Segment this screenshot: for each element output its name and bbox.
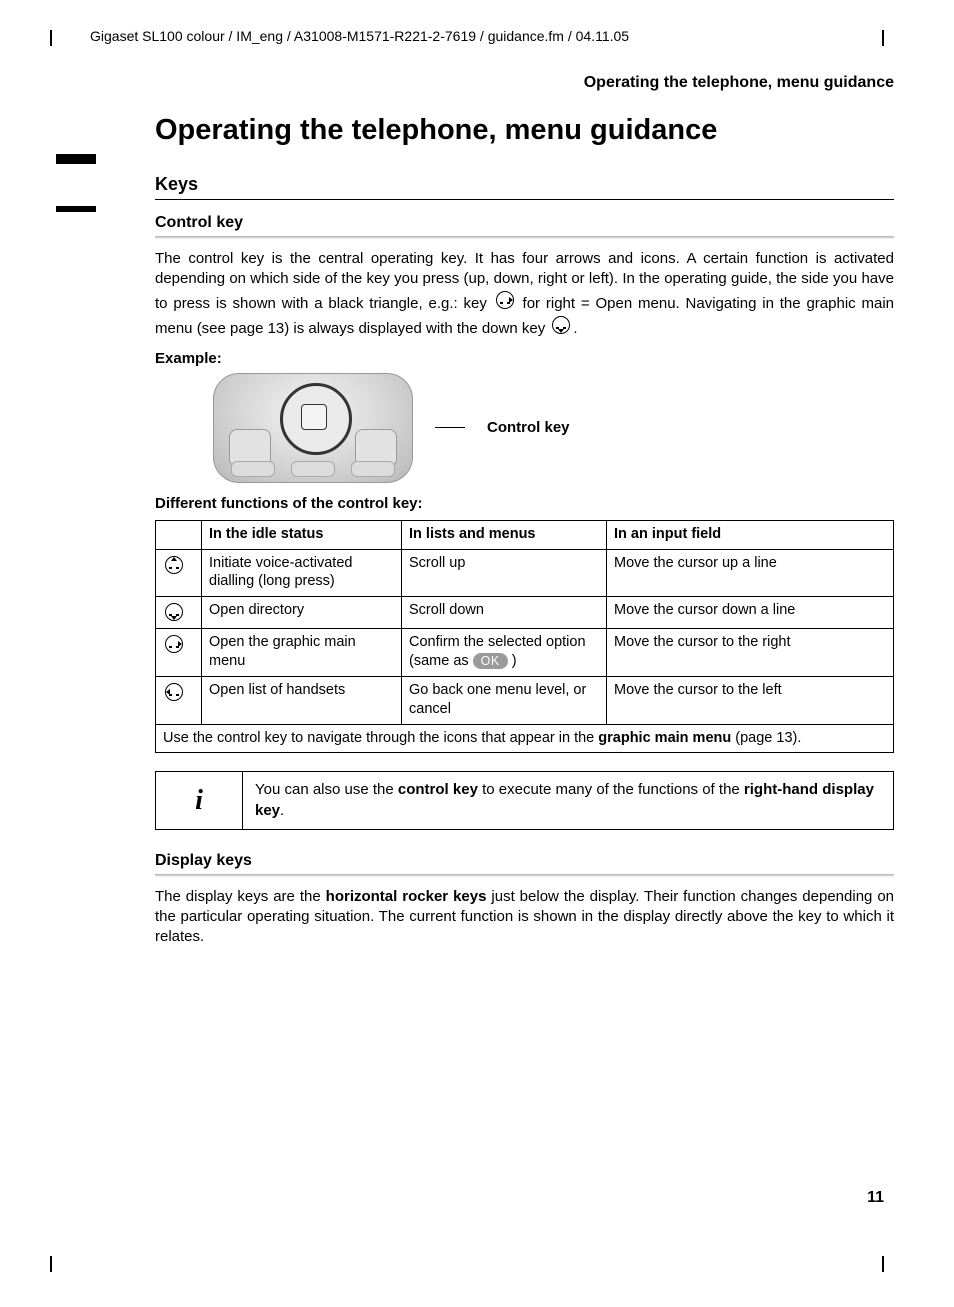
info-box: i You can also use the control key to ex… [155,771,894,830]
crop-mark-icon [882,1256,884,1272]
callout-line-icon [435,427,465,429]
table-footer-row: Use the control key to navigate through … [156,724,894,753]
phone-keypad-illustration [213,373,413,483]
subsection-rule [155,236,894,239]
table-cell: Go back one menu level, or cancel [402,676,607,724]
subsection-rule [155,874,894,877]
phone-control-key-icon [280,383,352,455]
info-icon: i [156,772,243,829]
text: Use the control key to navigate through … [163,730,598,746]
table-header: In lists and menus [402,520,607,549]
header-path: Gigaset SL100 colour / IM_eng / A31008-M… [90,28,894,44]
section-heading-keys: Keys [155,174,894,195]
control-key-down-icon [163,601,185,623]
ok-badge-icon: OK [473,653,508,669]
table-row: Open list of handsets Go back one menu l… [156,676,894,724]
callout-label: Control key [487,419,570,436]
table-cell: Move the cursor to the left [607,676,894,724]
table-header: In the idle status [202,520,402,549]
crop-mark-icon [50,1256,52,1272]
table-cell: Scroll up [402,549,607,597]
subsection-heading-display-keys: Display keys [155,852,894,870]
table-cell: Initiate voice-activated dialling (long … [202,549,402,597]
text: (page 13). [731,730,801,746]
display-keys-description: The display keys are the horizontal rock… [155,887,894,948]
text: You can also use the [255,781,398,798]
section-rule [155,199,894,200]
table-cell: Move the cursor to the right [607,629,894,677]
text: ) [508,653,517,669]
crop-mark-icon [882,30,884,46]
control-key-down-icon [550,314,572,336]
functions-table-heading: Different functions of the control key: [155,495,894,512]
table-cell: Open list of handsets [202,676,402,724]
running-head: Operating the telephone, menu guidance [155,74,894,92]
control-key-functions-table: In the idle status In lists and menus In… [155,520,894,754]
sidebar-marker-icon [56,206,96,212]
control-key-right-icon [163,633,185,655]
control-key-up-icon [163,554,185,576]
example-label: Example: [155,350,894,367]
table-row: Open the graphic main menu Confirm the s… [156,629,894,677]
text: to execute many of the functions of the [478,781,744,798]
sidebar-marker-icon [56,154,96,164]
control-key-description: The control key is the central operating… [155,249,894,340]
page-title: Operating the telephone, menu guidance [155,112,894,150]
table-row: Initiate voice-activated dialling (long … [156,549,894,597]
phone-num-key-icon [291,461,335,477]
text-bold: control key [398,781,478,798]
table-cell: Open the graphic main menu [202,629,402,677]
table-row: Open directory Scroll down Move the curs… [156,597,894,629]
text: . [280,802,284,819]
content-column: Operating the telephone, menu guidance O… [155,74,894,948]
table-cell: Open directory [202,597,402,629]
text: . [573,320,577,337]
table-header: In an input field [607,520,894,549]
control-key-right-icon [494,289,516,311]
table-cell: Scroll down [402,597,607,629]
table-header [156,520,202,549]
phone-num-key-icon [231,461,275,477]
table-cell: Move the cursor up a line [607,549,894,597]
info-text: You can also use the control key to exec… [243,772,893,829]
page: Gigaset SL100 colour / IM_eng / A31008-M… [0,0,954,1307]
table-header-row: In the idle status In lists and menus In… [156,520,894,549]
text-bold: graphic main menu [598,730,731,746]
example-figure: Control key [213,373,894,483]
text: The display keys are the [155,888,326,905]
page-number: 11 [867,1189,884,1207]
control-key-left-icon [163,681,185,703]
subsection-heading-control-key: Control key [155,214,894,232]
crop-mark-icon [50,30,52,46]
table-cell: Move the cursor down a line [607,597,894,629]
table-footer-cell: Use the control key to navigate through … [156,724,894,753]
table-cell: Confirm the selected option (same as OK … [402,629,607,677]
text-bold: horizontal rocker keys [326,888,487,905]
phone-num-key-icon [351,461,395,477]
